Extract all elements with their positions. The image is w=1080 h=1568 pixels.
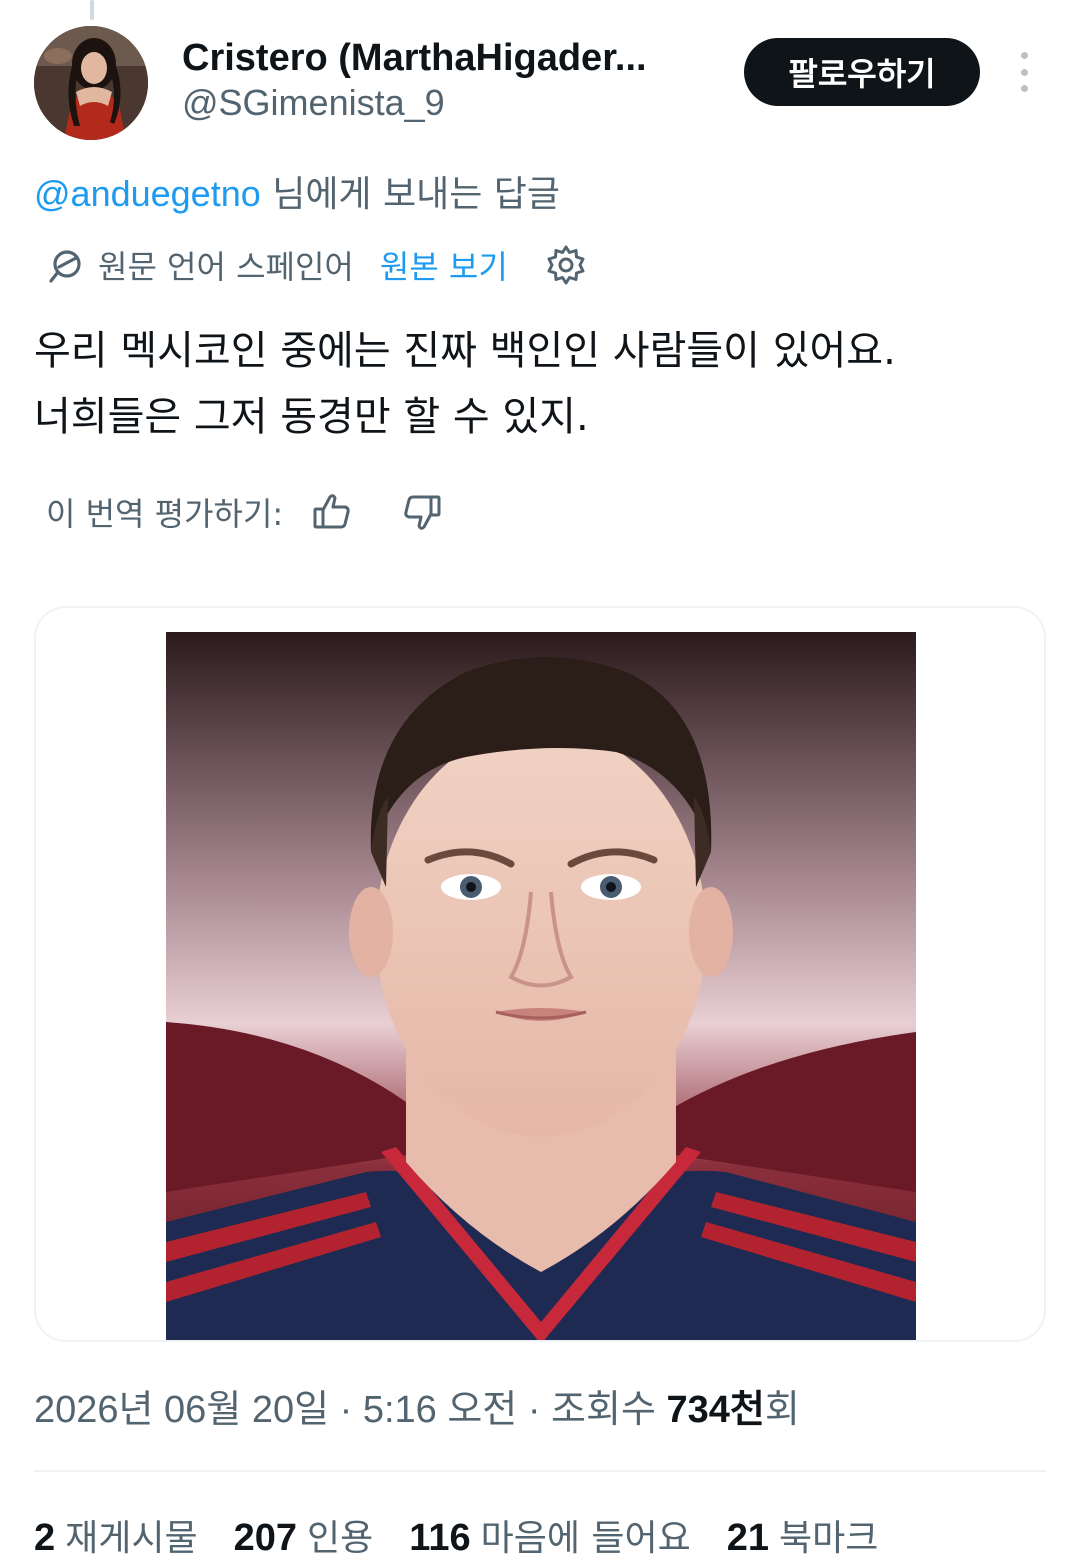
engagement-stats: 2 재게시물 207 인용 116 마음에 들어요 21 북마크 (34, 1508, 914, 1562)
thread-connector-line (90, 0, 94, 20)
stat-number: 207 (233, 1517, 298, 1559)
reply-mention-link[interactable]: @anduegetno (34, 173, 261, 214)
follow-button[interactable]: 팔로우하기 (744, 38, 980, 106)
show-original-link[interactable]: 원본 보기 (380, 242, 508, 288)
tweet-text-line: 너희들은 그저 동경만 할 수 있지. (34, 394, 589, 440)
avatar[interactable] (34, 26, 148, 140)
stat-label: 인용 (307, 1518, 374, 1559)
reply-context: @anduegetno 님에게 보내는 답글 (34, 170, 560, 219)
user-handle[interactable]: @SGimenista_9 (182, 80, 742, 126)
source-language-label: 원문 언어 스페인어 (98, 248, 354, 286)
avatar-image (34, 26, 148, 140)
stat-number: 21 (726, 1517, 770, 1559)
divider (34, 1470, 1046, 1472)
stat-label: 재게시물 (65, 1518, 198, 1559)
view-count: 734천 (666, 1389, 765, 1431)
translation-bar: 원문 언어 스페인어 원본 보기 (46, 240, 588, 290)
stat-label: 북마크 (779, 1518, 879, 1559)
tweet-meta: 2026년 06월 20일 · 5:16 오전 · 조회수 734천회 (34, 1384, 800, 1436)
stat-quotes[interactable]: 207 인용 (234, 1509, 374, 1561)
thumbs-up-icon[interactable] (311, 491, 353, 533)
portrait-image (166, 632, 916, 1340)
stat-number: 2 (34, 1517, 56, 1559)
display-name[interactable]: Cristero (MarthaHigader... (182, 36, 742, 80)
thumbs-down-icon[interactable] (401, 491, 443, 533)
translate-icon (49, 250, 81, 283)
rate-translation-row: 이 번역 평가하기: (46, 484, 443, 540)
stat-reposts[interactable]: 2 재게시물 (34, 1509, 198, 1561)
tweet-text-line: 우리 멕시코인 중에는 진짜 백인인 사람들이 있어요. (34, 328, 896, 374)
timestamp[interactable]: 2026년 06월 20일 · 5:16 오전 · 조회수 (34, 1389, 666, 1431)
reply-suffix: 님에게 보내는 답글 (260, 174, 561, 215)
tweet-header: Cristero (MarthaHigader... @SGimenista_9… (34, 26, 1046, 142)
rate-translation-label: 이 번역 평가하기: (46, 495, 284, 533)
author-names: Cristero (MarthaHigader... @SGimenista_9 (182, 36, 742, 126)
stat-number: 116 (409, 1517, 471, 1559)
view-count-suffix: 회 (764, 1389, 800, 1431)
more-vertical-icon[interactable] (1010, 46, 1038, 98)
stat-bookmarks[interactable]: 21 북마크 (727, 1509, 879, 1561)
gear-icon[interactable] (544, 243, 588, 287)
tweet-body: 우리 멕시코인 중에는 진짜 백인인 사람들이 있어요. 너희들은 그저 동경만… (34, 318, 1054, 450)
media-card[interactable] (34, 606, 1046, 1342)
stat-likes[interactable]: 116 마음에 들어요 (409, 1509, 690, 1561)
tweet-photo[interactable] (166, 632, 916, 1340)
stat-label: 마음에 들어요 (480, 1518, 691, 1559)
